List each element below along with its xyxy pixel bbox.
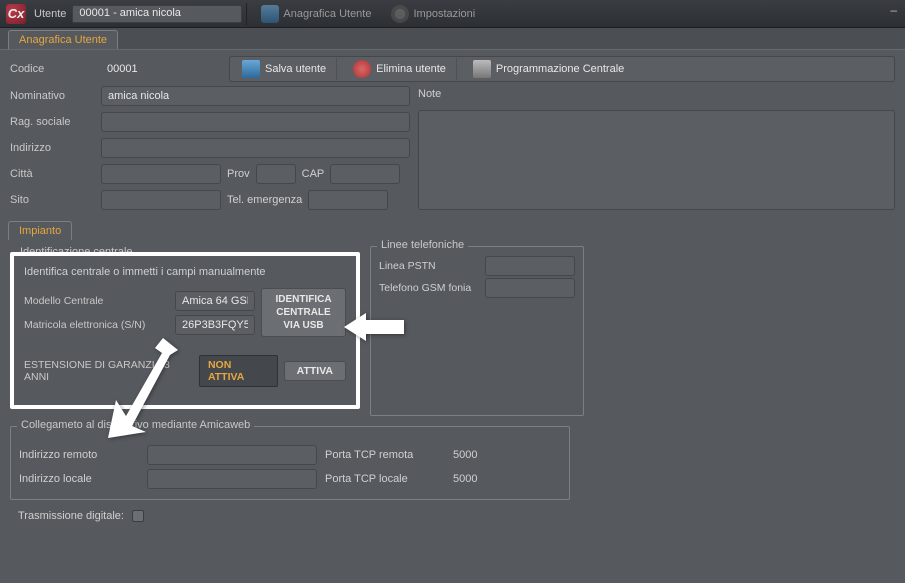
nominativo-input[interactable]: [101, 86, 410, 106]
gear-icon: [391, 5, 409, 23]
cap-input[interactable]: [330, 164, 400, 184]
porta-remota-label: Porta TCP remota: [325, 449, 445, 461]
citta-label: Città: [10, 168, 95, 180]
matricola-label: Matricola elettronica (S/N): [24, 319, 169, 331]
indirizzo-remoto-input[interactable]: [147, 445, 317, 465]
indirizzo-locale-input[interactable]: [147, 469, 317, 489]
telefono-gsm-label: Telefono GSM fonia: [379, 282, 479, 294]
modello-centrale-input[interactable]: [175, 291, 255, 311]
citta-input[interactable]: [101, 164, 221, 184]
porta-locale-label: Porta TCP locale: [325, 473, 445, 485]
note-label: Note: [418, 88, 441, 100]
porta-remota-value: 5000: [453, 449, 477, 461]
prov-label: Prov: [227, 168, 250, 180]
utente-select[interactable]: 00001 - amica nicola: [72, 5, 242, 23]
linee-legend: Linee telefoniche: [377, 239, 468, 251]
codice-value: 00001: [107, 63, 217, 75]
delete-icon: [353, 60, 371, 78]
app-logo-icon: Cx: [6, 4, 26, 24]
sito-input[interactable]: [101, 190, 221, 210]
amicaweb-panel: Collegameto al dispositivo mediante Amic…: [10, 426, 570, 500]
chip-icon: [473, 60, 491, 78]
impianto-tabs: Impianto: [0, 218, 905, 240]
modello-centrale-label: Modello Centrale: [24, 295, 169, 307]
elimina-utente-button[interactable]: Elimina utente: [343, 58, 457, 80]
sito-label: Sito: [10, 194, 95, 206]
telefono-gsm-input[interactable]: [485, 278, 575, 298]
title-bar: Cx Utente 00001 - amica nicola Anagrafic…: [0, 0, 905, 28]
user-icon: [261, 5, 279, 23]
attiva-button[interactable]: ATTIVA: [284, 361, 346, 381]
impostazioni-nav[interactable]: Impostazioni: [381, 0, 485, 28]
indirizzo-locale-label: Indirizzo locale: [19, 473, 139, 485]
prov-input[interactable]: [256, 164, 296, 184]
impostazioni-nav-label: Impostazioni: [413, 8, 475, 20]
linea-pstn-input[interactable]: [485, 256, 575, 276]
separator: [246, 3, 247, 25]
amicaweb-legend: Collegameto al dispositivo mediante Amic…: [17, 419, 254, 431]
nominativo-label: Nominativo: [10, 90, 95, 102]
identificazione-centrale-panel: Identifica centrale o immetti i campi ma…: [10, 252, 360, 409]
identifica-btn-line2: CENTRALE VIA USB: [268, 306, 339, 332]
salva-utente-button[interactable]: Salva utente: [232, 58, 337, 80]
anagrafica-utente-nav[interactable]: Anagrafica Utente: [251, 0, 381, 28]
salva-label: Salva utente: [265, 63, 326, 75]
trasmissione-digitale-checkbox[interactable]: [132, 510, 144, 522]
programmazione-centrale-button[interactable]: Programmazione Centrale: [463, 58, 634, 80]
rag-sociale-label: Rag. sociale: [10, 116, 95, 128]
utente-label: Utente: [34, 8, 66, 20]
indirizzo-input[interactable]: [101, 138, 410, 158]
minimize-button[interactable]: –: [890, 3, 897, 17]
linee-telefoniche-panel: Linee telefoniche Linea PSTN Telefono GS…: [370, 246, 584, 416]
indirizzo-label: Indirizzo: [10, 142, 95, 154]
warranty-status: NON ATTIVA: [199, 355, 278, 387]
tab-anagrafica-utente[interactable]: Anagrafica Utente: [8, 30, 118, 49]
toolbar: Salva utente Elimina utente Programmazio…: [229, 56, 895, 82]
matricola-input[interactable]: [175, 315, 255, 335]
save-icon: [242, 60, 260, 78]
rag-sociale-input[interactable]: [101, 112, 410, 132]
tab-impianto[interactable]: Impianto: [8, 221, 72, 240]
linea-pstn-label: Linea PSTN: [379, 260, 479, 272]
indirizzo-remoto-label: Indirizzo remoto: [19, 449, 139, 461]
anagrafica-nav-label: Anagrafica Utente: [283, 8, 371, 20]
content-tabs: Anagrafica Utente: [0, 28, 905, 50]
identifica-btn-line1: IDENTIFICA: [268, 293, 339, 306]
tel-emergenza-label: Tel. emergenza: [227, 194, 302, 206]
tel-emergenza-input[interactable]: [308, 190, 388, 210]
trasmissione-digitale-label: Trasmissione digitale:: [18, 510, 124, 522]
codice-label: Codice: [10, 63, 95, 75]
warranty-text: ESTENSIONE DI GARANZIA 3 ANNI: [24, 359, 193, 383]
prog-label: Programmazione Centrale: [496, 63, 624, 75]
identificazione-subtitle: Identifica centrale o immetti i campi ma…: [24, 266, 346, 278]
porta-locale-value: 5000: [453, 473, 477, 485]
header-row: Codice 00001 Salva utente Elimina utente…: [0, 50, 905, 82]
elimina-label: Elimina utente: [376, 63, 446, 75]
note-textarea[interactable]: [418, 110, 895, 210]
cap-label: CAP: [302, 168, 325, 180]
identifica-centrale-usb-button[interactable]: IDENTIFICA CENTRALE VIA USB: [261, 288, 346, 337]
